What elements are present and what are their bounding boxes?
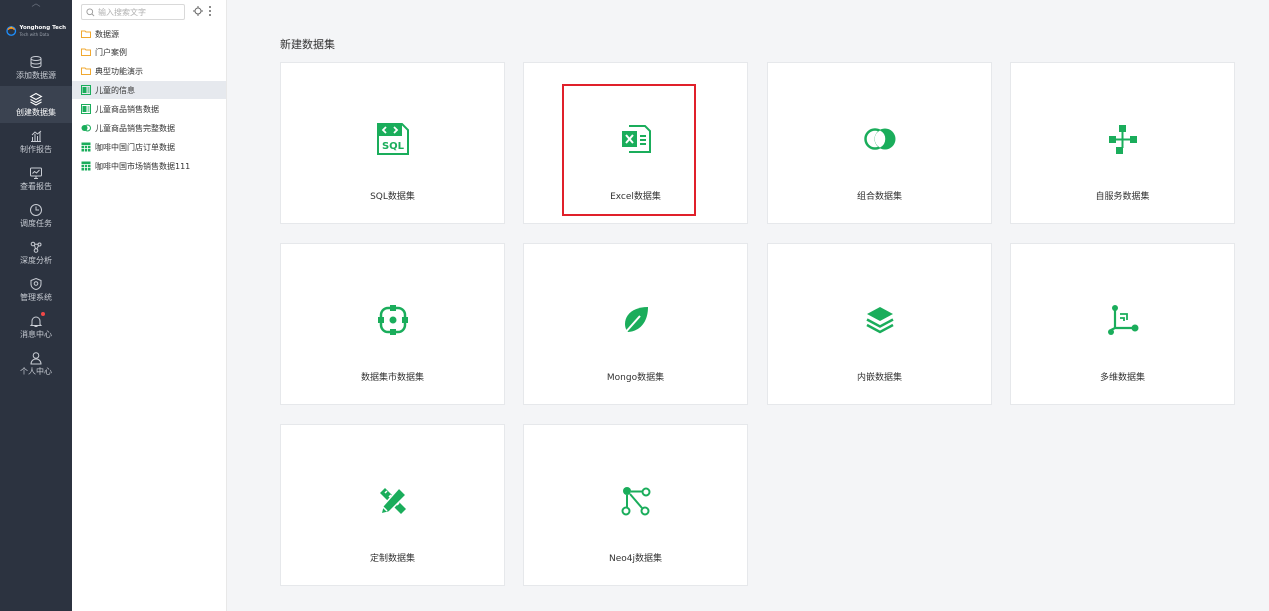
folder-icon [81, 48, 91, 56]
nav-item-message-center[interactable]: 消息中心 [0, 308, 72, 345]
folder-icon [81, 67, 91, 75]
card-label: SQL数据集 [370, 192, 415, 202]
left-nav: ︿ Yonghong Tech Tech with Data 添加数据源 创建数… [0, 0, 72, 611]
card-sql-dataset[interactable]: SQL SQL数据集 [280, 62, 505, 224]
nav-item-label: 制作报告 [20, 144, 52, 154]
app-root: ︿ Yonghong Tech Tech with Data 添加数据源 创建数… [0, 0, 1269, 611]
resource-tree-panel: 数据源 门户案例 典型功能演示 儿童的信息 儿童商品销售数据 儿童商品销售完整数… [72, 0, 227, 611]
tree-item-dataset[interactable]: 咖啡中国市场销售数据111 [72, 157, 226, 175]
card-label: Mongo数据集 [606, 373, 665, 383]
target-icon [378, 305, 408, 335]
table-icon [81, 161, 91, 171]
database-icon [30, 55, 42, 68]
tree-item-dataset[interactable]: 儿童商品销售完整数据 [72, 119, 226, 137]
collapse-handle[interactable]: ︿ [0, 0, 72, 14]
tree-item-label: 数据源 [95, 29, 119, 39]
card-label: 多维数据集 [1099, 373, 1145, 383]
folder-icon [81, 30, 91, 38]
shield-icon [30, 277, 42, 290]
nav-item-label: 个人中心 [20, 366, 52, 376]
flow-icon [1109, 125, 1137, 154]
nav-item-label: 创建数据集 [16, 107, 56, 117]
nav-item-create-dataset[interactable]: 创建数据集 [0, 86, 72, 123]
card-combined-dataset[interactable]: 组合数据集 [767, 62, 992, 224]
graph-icon [621, 487, 651, 516]
logo-mark-icon [6, 26, 17, 36]
tree-item-label: 门户案例 [95, 47, 127, 57]
excel-file-icon [81, 85, 91, 95]
card-mongo-dataset[interactable]: Mongo数据集 [523, 243, 748, 405]
monitor-icon [30, 167, 42, 179]
collapse-caret-icon: ︿ [31, 0, 41, 9]
tree-item-dataset[interactable]: 咖啡中国门店订单数据 [72, 138, 226, 156]
nav-item-label: 添加数据源 [16, 70, 56, 80]
tree-item-dataset[interactable]: 儿童商品销售数据 [72, 100, 226, 118]
unread-dot [41, 312, 45, 316]
svg-text:SQL: SQL [382, 141, 405, 152]
tree-item-label: 儿童商品销售数据 [95, 104, 159, 114]
tree-item-folder[interactable]: 典型功能演示 [72, 62, 226, 80]
tree-item-folder[interactable]: 门户案例 [72, 43, 226, 61]
nav-item-label: 调度任务 [20, 218, 52, 228]
tree-item-folder[interactable]: 数据源 [72, 25, 226, 43]
nav-item-schedule-task[interactable]: 调度任务 [0, 197, 72, 234]
nav-item-view-report[interactable]: 查看报告 [0, 160, 72, 197]
card-label: 自服务数据集 [1095, 192, 1150, 202]
nav-item-add-datasource[interactable]: 添加数据源 [0, 49, 72, 86]
sql-icon: SQL [377, 123, 409, 155]
nav-item-admin-system[interactable]: 管理系统 [0, 271, 72, 308]
clock-icon [30, 203, 42, 216]
chart-icon [31, 130, 42, 142]
excel-file-icon [81, 104, 91, 114]
search-input[interactable] [98, 7, 178, 17]
layers-icon [29, 92, 43, 106]
locate-icon[interactable] [193, 6, 203, 16]
tree-item-label: 儿童的信息 [95, 85, 135, 95]
tree-item-label: 儿童商品销售完整数据 [95, 123, 175, 133]
search-icon [86, 7, 95, 16]
card-embedded-dataset[interactable]: 内嵌数据集 [767, 243, 992, 405]
card-label: 数据集市数据集 [360, 373, 424, 383]
nav-item-label: 查看报告 [20, 181, 52, 191]
card-label: 内嵌数据集 [856, 373, 902, 383]
combine-icon [81, 124, 91, 132]
nav-item-deep-analysis[interactable]: 深度分析 [0, 234, 72, 271]
nav-item-label: 管理系统 [20, 292, 52, 302]
cube-axis-icon [1108, 305, 1139, 335]
card-datamart-dataset[interactable]: 数据集市数据集 [280, 243, 505, 405]
logo-slogan: Tech with Data [19, 32, 50, 37]
nav-item-label: 消息中心 [20, 329, 52, 339]
tree-search-box[interactable] [81, 4, 185, 20]
nav-item-label: 深度分析 [20, 255, 52, 265]
page-title: 新建数据集 [280, 38, 335, 51]
user-icon [30, 351, 42, 364]
tree-item-label: 典型功能演示 [95, 66, 143, 76]
tree-item-dataset[interactable]: 儿童的信息 [72, 81, 226, 99]
layers-stack-icon [866, 307, 894, 334]
card-custom-dataset[interactable]: 定制数据集 [280, 424, 505, 586]
card-label: 组合数据集 [856, 192, 902, 202]
card-label: 定制数据集 [369, 554, 415, 564]
nav-item-make-report[interactable]: 制作报告 [0, 123, 72, 160]
nav-item-personal-center[interactable]: 个人中心 [0, 345, 72, 382]
pencil-ruler-icon [379, 486, 408, 516]
nodes-icon [30, 241, 42, 253]
card-self-service-dataset[interactable]: 自服务数据集 [1010, 62, 1235, 224]
selection-highlight-box [562, 84, 696, 216]
combine-circles-icon [864, 128, 896, 150]
main-content: 新建数据集 SQL SQL数据集 Excel数据集 组合数据集 自服务数据集 数… [227, 0, 1269, 611]
tree-item-label: 咖啡中国市场销售数据111 [95, 161, 191, 171]
card-multidimensional-dataset[interactable]: 多维数据集 [1010, 243, 1235, 405]
tree-item-label: 咖啡中国门店订单数据 [95, 142, 175, 152]
more-icon[interactable] [207, 5, 213, 17]
leaf-icon [623, 307, 648, 335]
logo: Yonghong Tech Tech with Data [6, 18, 66, 44]
card-neo4j-dataset[interactable]: Neo4j数据集 [523, 424, 748, 586]
logo-name: Yonghong Tech [19, 25, 67, 31]
card-label: Neo4j数据集 [608, 554, 662, 564]
table-icon [81, 142, 91, 152]
